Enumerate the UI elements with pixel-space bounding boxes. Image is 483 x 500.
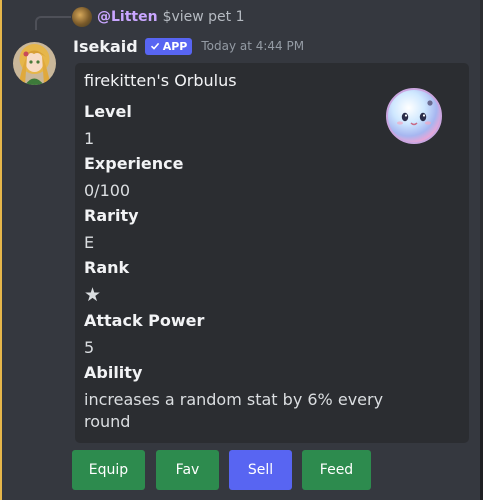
app-tag-label: APP (162, 39, 188, 53)
field-experience: Experience 0/100 (84, 154, 184, 202)
field-level: Level 1 (84, 102, 132, 150)
feed-button[interactable]: Feed (302, 450, 371, 490)
app-tag: APP (144, 37, 193, 55)
embed-title: firekitten's Orbulus (84, 71, 237, 90)
author-avatar[interactable] (13, 42, 56, 85)
field-attack-power: Attack Power 5 (84, 311, 204, 359)
orbulus-pet-image[interactable] (384, 86, 444, 146)
highlight-accent-bar (0, 0, 2, 500)
author-name[interactable]: Isekaid (73, 37, 138, 56)
field-name: Experience (84, 154, 184, 173)
message-timestamp[interactable]: Today at 4:44 PM (201, 39, 304, 53)
reply-avatar[interactable] (72, 7, 92, 27)
field-name: Ability (84, 363, 143, 382)
reply-preview[interactable]: @Litten $view pet 1 (72, 6, 245, 28)
field-value: 0/100 (84, 181, 131, 200)
checkmark-icon (150, 42, 159, 50)
field-name: Level (84, 102, 132, 121)
message-header: Isekaid APP Today at 4:44 PM (73, 34, 304, 58)
field-value: 1 (84, 129, 95, 148)
field-value: 5 (84, 338, 95, 357)
field-name: Rank (84, 258, 130, 277)
field-rank: Rank ★ (84, 258, 129, 306)
field-ability: Ability increases a random stat by 6% ev… (84, 363, 384, 433)
sell-button[interactable]: Sell (229, 450, 292, 490)
rank-star-icon: ★ (84, 284, 102, 306)
field-value: increases a random stat by 6% every roun… (84, 390, 384, 431)
fav-button[interactable]: Fav (156, 450, 219, 490)
field-name: Rarity (84, 206, 139, 225)
equip-button[interactable]: Equip (72, 450, 145, 490)
reply-username[interactable]: @Litten (97, 9, 158, 25)
reply-text[interactable]: $view pet 1 (163, 9, 245, 25)
field-name: Attack Power (84, 311, 205, 330)
reply-connector-line (35, 16, 71, 30)
pet-embed: firekitten's Orbulus Level 1 Experience … (75, 63, 469, 443)
field-rarity: Rarity E (84, 206, 139, 254)
field-value: E (84, 233, 95, 252)
